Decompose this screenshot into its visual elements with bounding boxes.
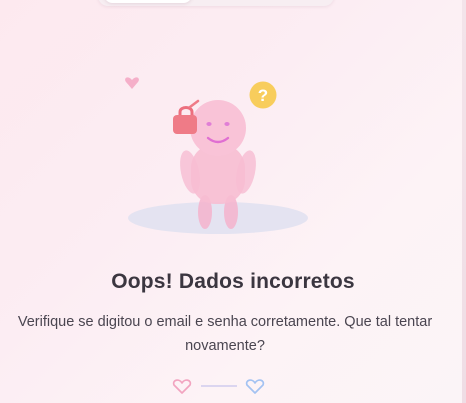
error-message: Verifique se digitou o email e senha cor… [17, 314, 433, 354]
blue-heart-icon [245, 379, 265, 394]
heart-icon [125, 77, 139, 89]
question-mark-icon: ? [249, 81, 277, 109]
lock-icon [173, 99, 200, 134]
tab-switcher-active[interactable] [104, 0, 192, 3]
question-mark-glyph: ? [258, 86, 268, 105]
error-title: Oops! Dados incorretos [111, 270, 355, 293]
figure-left-eye [206, 122, 212, 126]
error-illustration: ? [125, 77, 308, 234]
figure-right-eye [224, 122, 230, 126]
figure-head [190, 100, 246, 156]
scroll-edge [462, 0, 466, 403]
pink-heart-icon [172, 379, 192, 394]
ground-shadow [128, 202, 308, 234]
footer-decoration [172, 379, 265, 394]
